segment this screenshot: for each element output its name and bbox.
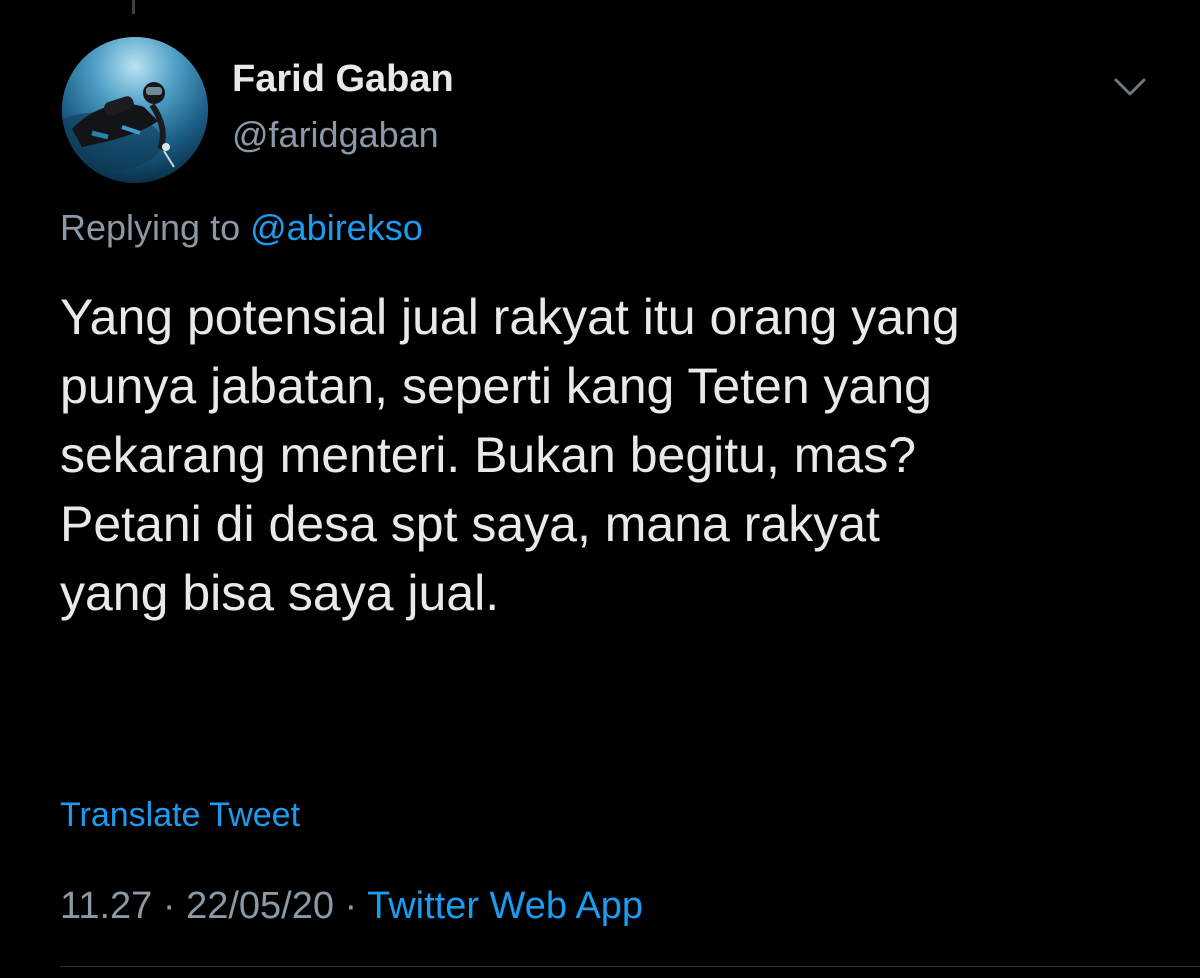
- thread-connector-line: [132, 0, 135, 14]
- reply-prefix: Replying to: [60, 207, 251, 248]
- tweet-text-line: sekarang menteri. Bukan begitu, mas?: [60, 427, 917, 483]
- tweet-detail: Farid Gaban @faridgaban Replying to @abi…: [0, 0, 1200, 978]
- divider: [60, 966, 1200, 967]
- tweet-text-line: Petani di desa spt saya, mana rakyat: [60, 496, 880, 552]
- tweet-text-line: Yang potensial jual rakyat itu orang yan…: [60, 289, 960, 345]
- tweet-text-line: yang bisa saya jual.: [60, 565, 500, 621]
- tweet-text: Yang potensial jual rakyat itu orang yan…: [60, 283, 1170, 628]
- reply-context: Replying to @abirekso: [60, 207, 423, 249]
- tweet-date[interactable]: 22/05/20: [186, 885, 334, 927]
- scuba-diver-photo: [62, 37, 208, 183]
- tweet-time[interactable]: 11.27: [60, 885, 152, 927]
- meta-separator: ·: [333, 885, 368, 927]
- avatar[interactable]: [62, 37, 208, 183]
- reply-mention-link[interactable]: @abirekso: [250, 207, 423, 248]
- author-handle[interactable]: @faridgaban: [232, 114, 439, 156]
- tweet-text-line: punya jabatan, seperti kang Teten yang: [60, 358, 932, 414]
- tweet-source-link[interactable]: Twitter Web App: [367, 885, 643, 927]
- chevron-down-icon[interactable]: [1110, 68, 1150, 104]
- author-display-name[interactable]: Farid Gaban: [232, 58, 454, 101]
- tweet-metadata: 11.27 · 22/05/20 · Twitter Web App: [60, 885, 643, 928]
- translate-tweet-link[interactable]: Translate Tweet: [60, 796, 300, 835]
- meta-separator: ·: [152, 885, 187, 927]
